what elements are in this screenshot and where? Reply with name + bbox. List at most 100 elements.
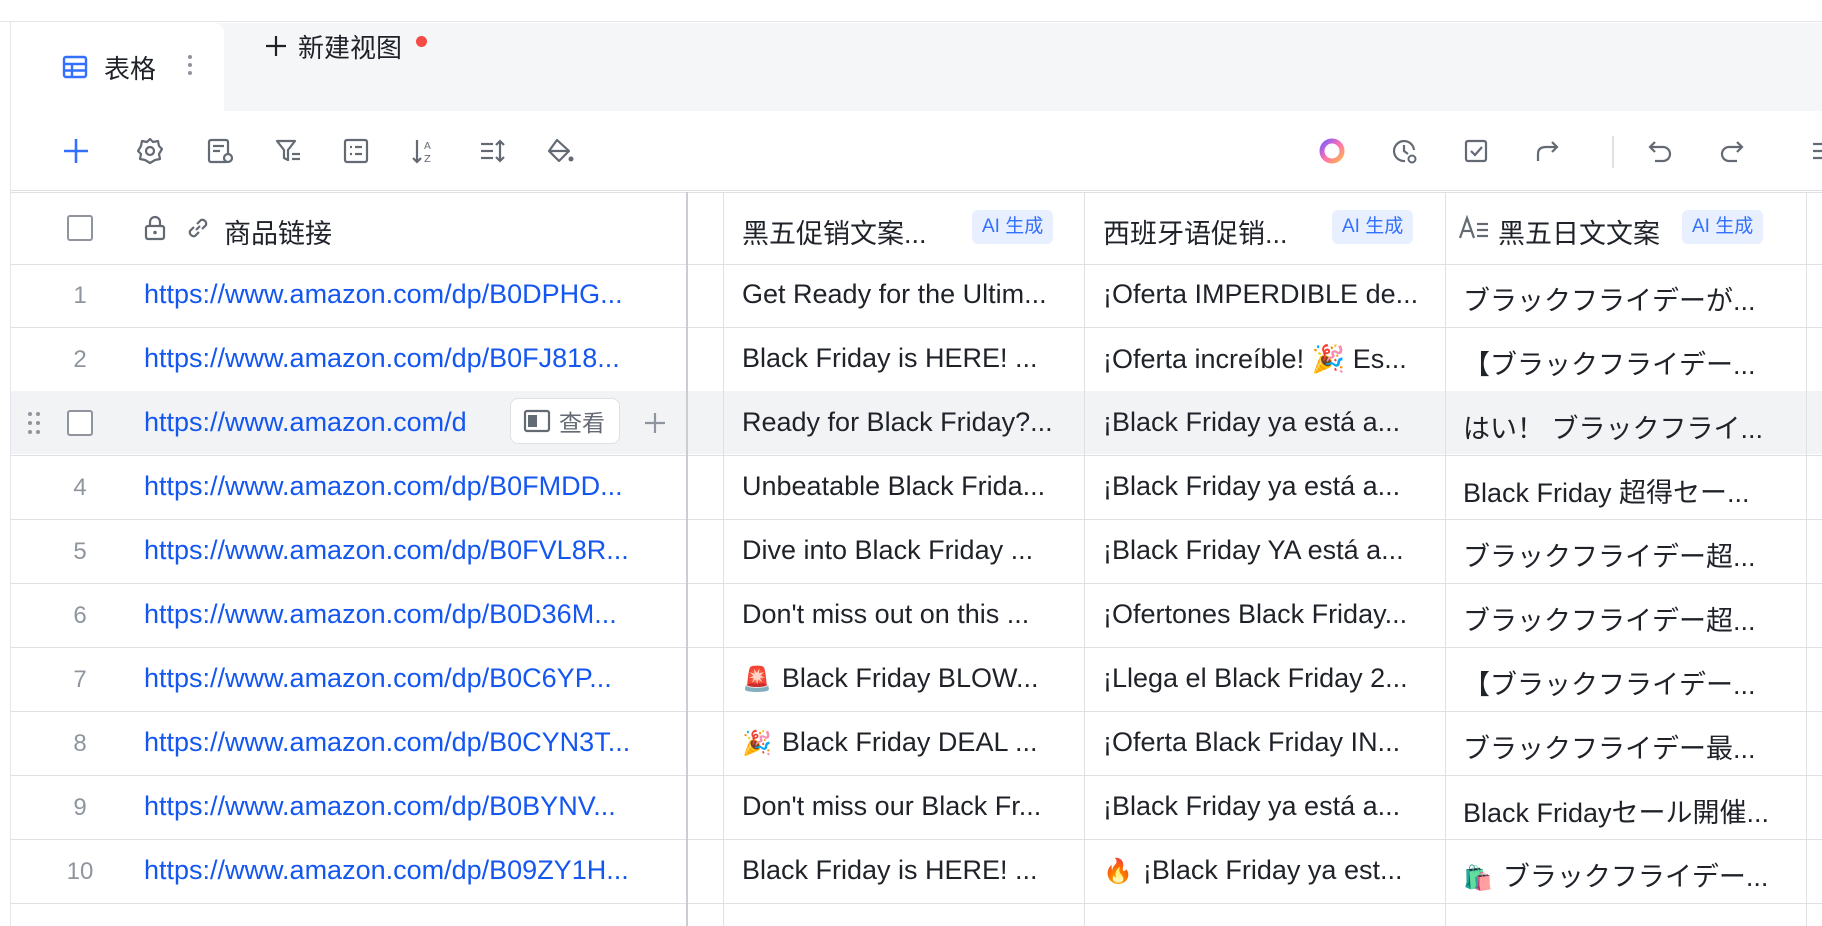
plus-icon[interactable] [641,409,669,437]
cell-text: Black Friday BLOW... [781,663,1039,693]
cell-text: はい！ ブラックフライ... [1463,414,1764,444]
cell-text: ¡Oferta Black Friday IN... [1103,727,1401,757]
settings-button[interactable] [130,131,170,171]
emoji-icon: 🎉 [742,730,772,757]
lock-icon [144,215,166,241]
undo-button[interactable] [1640,131,1680,171]
spanish-copy-cell[interactable]: ¡Oferta Black Friday IN... [1103,727,1433,758]
product-link[interactable]: https://www.amazon.com/dp/B0DPHG... [144,279,676,310]
product-link[interactable]: https://www.amazon.com/dp/B0D36M... [144,599,676,630]
undo-icon [1648,141,1672,163]
row-number: 4 [73,474,87,501]
ai-generated-badge: AI 生成 [1682,210,1764,244]
product-link[interactable]: https://www.amazon.com/dp/B0CYN3T... [144,727,676,758]
spanish-copy-cell[interactable]: ¡Black Friday ya está a... [1103,791,1433,822]
row-number: 9 [73,794,87,821]
paint-bucket-icon [547,138,574,163]
form-gear-icon [207,138,234,164]
top-band [0,0,1822,22]
cell-text: Black Friday is HERE! ... [742,343,1038,373]
spanish-copy-cell[interactable]: ¡Ofertones Black Friday... [1103,599,1433,630]
japanese-copy-cell[interactable]: はい！ ブラックフライ... [1463,407,1793,446]
group-button[interactable] [336,131,376,171]
spanish-copy-cell[interactable]: ¡Llega el Black Friday 2... [1103,663,1433,694]
blackfriday-copy-cell[interactable]: Don't miss our Black Fr... [742,791,1072,822]
product-link[interactable]: https://www.amazon.com/dp/B09ZY1H... [144,855,676,886]
japanese-copy-cell[interactable]: 【ブラックフライデー... [1463,663,1793,702]
japanese-copy-cell[interactable]: Black Friday 超得セー... [1463,471,1793,510]
view-record-button[interactable]: 查看 [510,398,620,444]
spanish-copy-cell[interactable]: ¡Oferta increíble! 🎉 Es... [1103,343,1433,375]
list-icon [343,138,369,164]
blackfriday-copy-cell[interactable]: Unbeatable Black Frida... [742,471,1072,502]
product-link[interactable]: https://www.amazon.com/dp/B0FJ818... [144,343,676,374]
column-header-blackfriday-copy[interactable]: 黑五促销文案... [742,212,927,251]
japanese-copy-cell[interactable]: ブラックフライデー最... [1463,727,1793,766]
blackfriday-copy-cell[interactable]: Dive into Black Friday ... [742,535,1072,566]
checklist-button[interactable] [1456,131,1496,171]
new-view-label: 新建视图 [298,32,403,63]
sort-button[interactable]: AZ [404,131,444,171]
blackfriday-copy-cell[interactable]: Black Friday is HERE! ... [742,343,1072,374]
row-number: 5 [73,538,87,565]
filter-button[interactable] [268,131,308,171]
japanese-copy-cell[interactable]: 【ブラックフライデー... [1463,343,1793,382]
blackfriday-copy-cell[interactable]: Ready for Black Friday?... [742,407,1072,438]
column-header-spanish-copy[interactable]: 西班牙语促销... [1103,212,1288,251]
share-button[interactable] [1528,131,1568,171]
add-record-button[interactable] [56,131,96,171]
blackfriday-copy-cell[interactable]: 🚨 Black Friday BLOW... [742,663,1072,694]
emoji-icon: 🔥 [1103,858,1133,885]
ai-ring-icon [1319,138,1345,164]
spanish-copy-cell[interactable]: ¡Black Friday YA está a... [1103,535,1433,566]
base-table-app: 表格 新建视图 AZ 商品链接 黑五促销文案... AI 生成 西班牙语促销..… [0,0,1822,926]
redo-button[interactable] [1712,131,1752,171]
product-link[interactable]: https://www.amazon.com/dp/B0FMDD... [144,471,676,502]
product-link[interactable]: https://www.amazon.com/dp/B0FVL8R... [144,535,676,566]
history-button[interactable] [1384,131,1424,171]
cell-text: Get Ready for the Ultim... [742,279,1047,309]
row-checkbox[interactable] [67,410,93,436]
notification-dot [416,36,427,47]
product-link[interactable]: https://www.amazon.com/dp/B0BYNV... [144,791,676,822]
drag-handle-icon[interactable] [26,410,42,436]
row-line [11,192,1822,193]
col-line [723,192,724,926]
plus-icon [266,36,286,56]
fill-color-button[interactable] [540,131,580,171]
more-menu-button[interactable] [1796,131,1822,171]
spanish-copy-cell[interactable]: 🔥 ¡Black Friday ya est... [1103,855,1433,886]
product-link[interactable]: https://www.amazon.com/dp/B0C6YP... [144,663,676,694]
spanish-copy-cell[interactable]: ¡Oferta IMPERDIBLE de... [1103,279,1433,310]
blackfriday-copy-cell[interactable]: 🎉 Black Friday DEAL ... [742,727,1072,758]
tab-grid-view[interactable]: 表格 [11,23,224,111]
new-view-button[interactable]: 新建视图 [262,26,402,66]
ai-assistant-button[interactable] [1312,131,1352,171]
japanese-copy-cell[interactable]: 🛍️ ブラックフライデー... [1463,855,1793,894]
spanish-copy-cell[interactable]: ¡Black Friday ya está a... [1103,471,1433,502]
japanese-copy-cell[interactable]: ブラックフライデー超... [1463,599,1793,638]
cell-text: ブラックフライデー超... [1463,606,1756,636]
row-line [11,583,1822,584]
filter-icon [275,139,300,162]
column-header-product-link[interactable]: 商品链接 [224,212,332,251]
cell-text: Ready for Black Friday?... [742,407,1053,437]
blackfriday-copy-cell[interactable]: Don't miss out on this ... [742,599,1072,630]
row-height-button[interactable] [472,131,512,171]
cell-text: Unbeatable Black Frida... [742,471,1046,501]
more-vertical-icon[interactable] [183,49,197,81]
japanese-copy-cell[interactable]: ブラックフライデーが... [1463,279,1793,318]
field-settings-button[interactable] [200,131,240,171]
row-number: 6 [73,602,87,629]
japanese-copy-cell[interactable]: Black Fridayセール開催... [1463,791,1793,830]
cell-text: Black Friday DEAL ... [781,727,1038,757]
blackfriday-copy-cell[interactable]: Get Ready for the Ultim... [742,279,1072,310]
japanese-copy-cell[interactable]: ブラックフライデー超... [1463,535,1793,574]
column-header-japanese-copy[interactable]: 黑五日文文案 [1498,212,1660,251]
cell-text: ¡Black Friday YA está a... [1103,535,1404,565]
spanish-copy-cell[interactable]: ¡Black Friday ya está a... [1103,407,1433,438]
table-icon [62,55,88,79]
product-link[interactable]: https://www.amazon.com/d [144,407,500,438]
select-all-checkbox[interactable] [67,215,93,241]
blackfriday-copy-cell[interactable]: Black Friday is HERE! ... [742,855,1072,886]
